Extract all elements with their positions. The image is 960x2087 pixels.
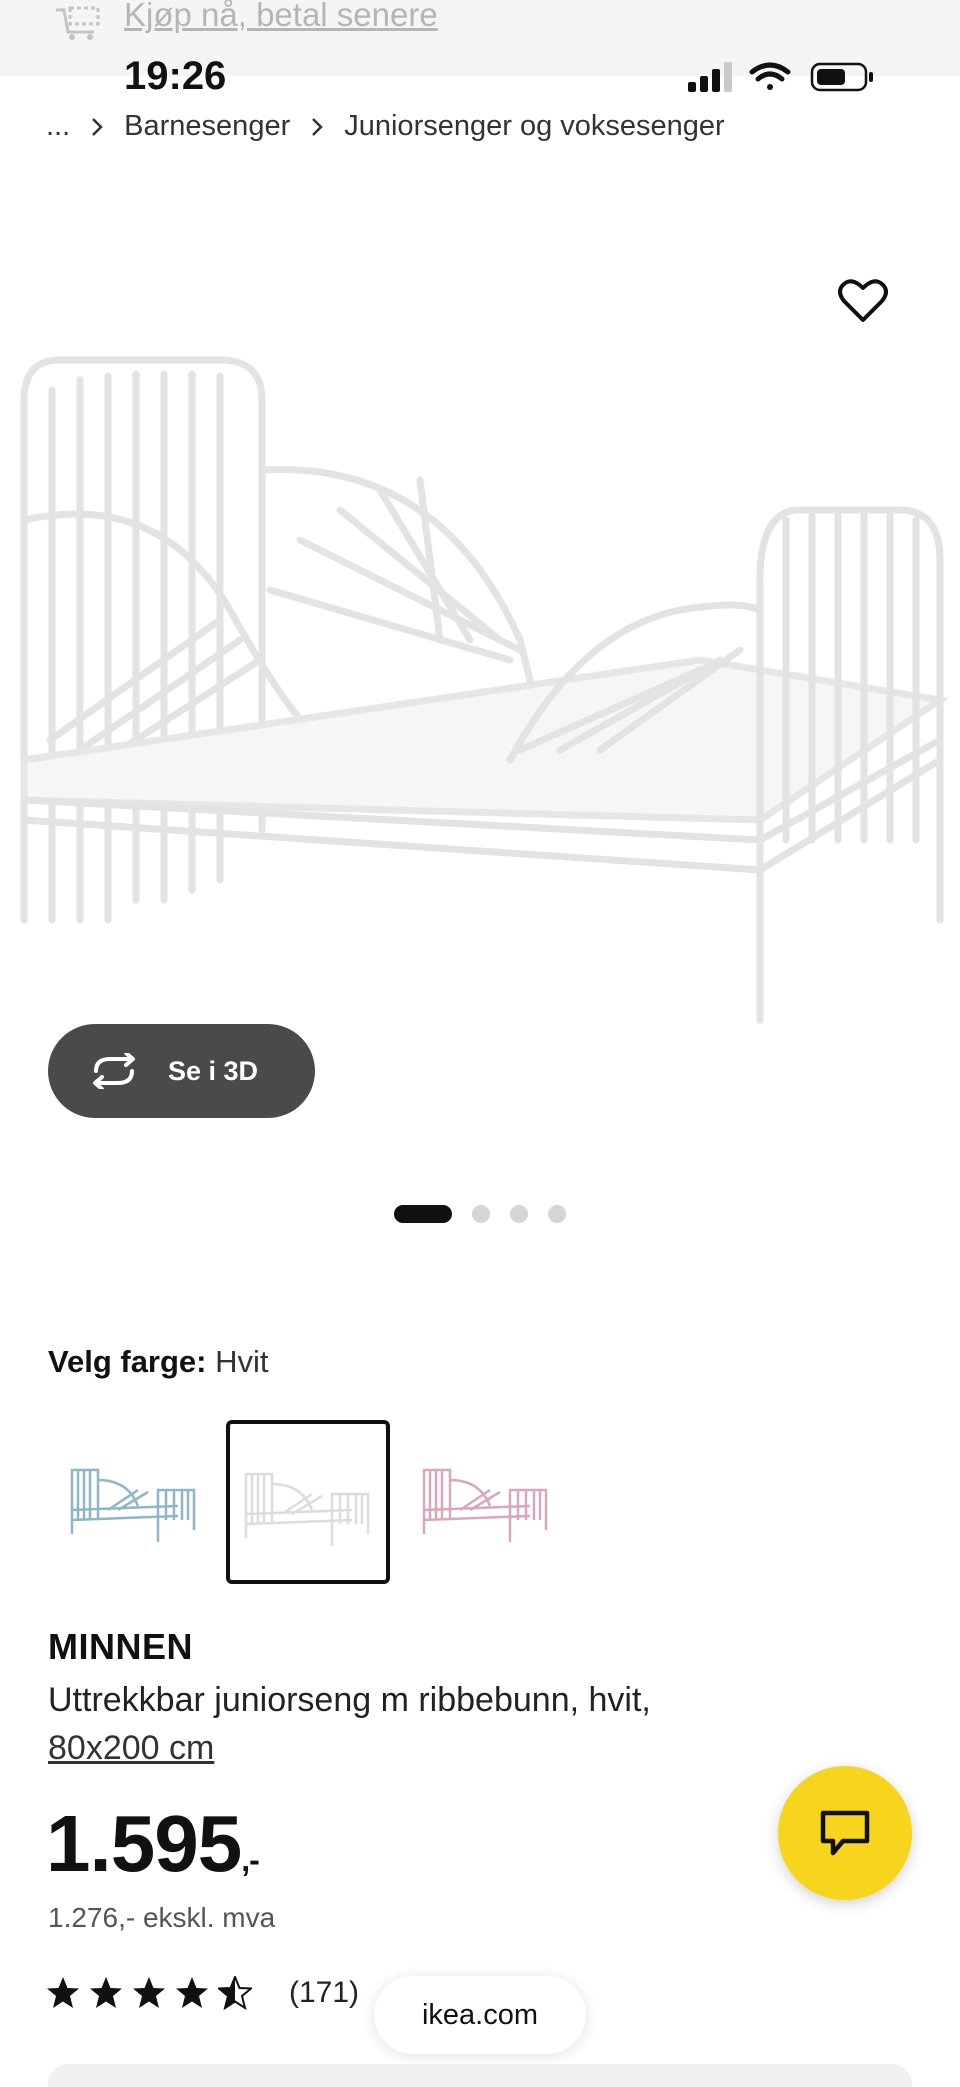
buy-now-pay-later-link[interactable]: Kjøp nå, betal senere [124, 0, 438, 34]
carousel-dots [394, 1205, 586, 1223]
star-icon [176, 1977, 208, 2008]
product-rating[interactable]: (171) [46, 1976, 359, 2010]
star-icon [90, 1977, 122, 2008]
status-time: 19:26 [124, 54, 227, 98]
carousel-dot[interactable] [510, 1205, 528, 1223]
chat-icon [820, 1810, 870, 1856]
color-swatch-pink[interactable] [408, 1420, 572, 1584]
product-image[interactable] [0, 280, 960, 1040]
product-name: MINNEN [48, 1626, 193, 1667]
browser-address-pill[interactable]: ikea.com [374, 1976, 586, 2054]
carousel-dot[interactable] [548, 1205, 566, 1223]
price-excluding-vat: 1.276,- ekskl. mva [48, 1902, 276, 1933]
star-icon [47, 1977, 79, 2008]
product-size-link[interactable]: 80x200 cm [48, 1724, 808, 1772]
review-count: (171) [289, 1976, 360, 2009]
price-value: 1.595 [46, 1799, 242, 1888]
selected-color-value: Hvit [215, 1344, 269, 1379]
chevron-right-icon [312, 117, 324, 136]
status-icons [688, 62, 873, 92]
heart-icon[interactable] [838, 278, 888, 324]
cart-icon [56, 6, 100, 40]
half-star-icon [218, 1976, 252, 2010]
battery-icon [810, 62, 873, 92]
color-picker-heading: Velg farge: Hvit [48, 1344, 269, 1380]
wifi-icon [749, 62, 791, 90]
carousel-dot[interactable] [394, 1205, 452, 1223]
signal-icon [688, 62, 732, 92]
color-swatch-white[interactable] [226, 1420, 390, 1584]
price-suffix: ,- [241, 1842, 260, 1878]
chat-button[interactable] [778, 1766, 912, 1900]
blue-bed-thumbnail [70, 1468, 196, 1542]
rotate-3d-icon [93, 1053, 135, 1089]
carousel-dot[interactable] [472, 1205, 490, 1223]
star-icon [133, 1977, 165, 2008]
breadcrumb-ellipsis[interactable]: ... [46, 110, 70, 143]
pink-bed-thumbnail [422, 1468, 548, 1542]
product-description: Uttrekkbar juniorseng m ribbebunn, hvit,… [48, 1676, 808, 1772]
breadcrumb-item-juniorsenger[interactable]: Juniorsenger og voksesenger [344, 110, 724, 143]
view-in-3d-label: Se i 3D [168, 1055, 259, 1086]
breadcrumb: ... Barnesenger Juniorsenger og voksesen… [46, 110, 725, 143]
color-picker-label: Velg farge: [48, 1344, 207, 1379]
white-bed-thumbnail [244, 1472, 370, 1546]
product-description-text: Uttrekkbar juniorseng m ribbebunn, hvit, [48, 1681, 651, 1719]
bottom-card [48, 2064, 912, 2087]
view-in-3d-button[interactable]: Se i 3D [48, 1024, 315, 1118]
color-swatch-blue[interactable] [56, 1420, 220, 1584]
chevron-right-icon [92, 117, 103, 136]
breadcrumb-item-barnesenger[interactable]: Barnesenger [124, 110, 290, 143]
product-price: 1.595,- [46, 1798, 260, 1890]
